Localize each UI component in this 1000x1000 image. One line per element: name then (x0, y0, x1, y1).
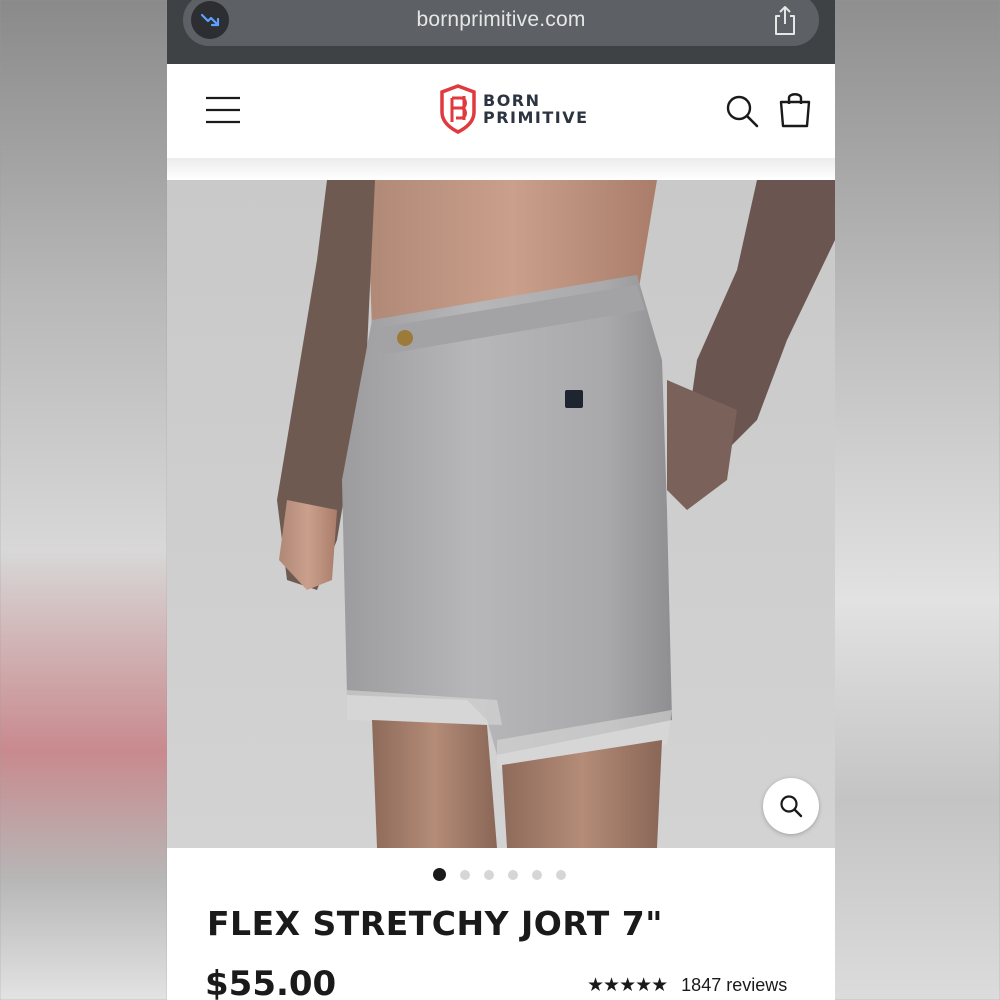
url-text[interactable]: bornprimitive.com (183, 8, 819, 32)
carousel-dot[interactable] (460, 869, 470, 880)
carousel-dot[interactable] (433, 868, 446, 881)
address-bar[interactable]: bornprimitive.com (183, 0, 819, 46)
brand-line-1: BORN (483, 91, 541, 110)
share-icon[interactable] (771, 4, 799, 41)
brand-logo[interactable]: BORN PRIMITIVE (439, 84, 589, 134)
site-header: BORN PRIMITIVE (167, 64, 835, 158)
product-price: $55.00 (205, 964, 337, 1000)
brand-line-2: PRIMITIVE (483, 108, 589, 127)
phone-screen: bornprimitive.com BORN PRIMITIVE FLEX ST… (167, 0, 835, 1000)
zoom-icon (780, 795, 803, 818)
cart-icon[interactable] (779, 90, 811, 133)
star-rating: ★★★★★ (587, 975, 668, 996)
header-divider (167, 158, 835, 180)
menu-icon[interactable] (205, 96, 241, 129)
product-photo (167, 180, 835, 848)
product-image[interactable] (167, 180, 835, 848)
carousel-dot[interactable] (556, 869, 566, 880)
browser-bar: bornprimitive.com (167, 0, 835, 64)
carousel-dot[interactable] (508, 869, 518, 880)
product-title: FLEX STRETCHY JORT 7" (207, 904, 663, 943)
shield-logo-icon (440, 84, 476, 134)
carousel-dots (433, 868, 566, 881)
carousel-dot[interactable] (532, 869, 542, 880)
background-left (0, 0, 167, 1000)
background-right (833, 0, 1000, 1000)
zoom-button[interactable] (763, 778, 819, 834)
review-count[interactable]: 1847 reviews (681, 975, 787, 996)
search-icon[interactable] (725, 94, 759, 133)
carousel-dot[interactable] (484, 869, 494, 880)
brand-name: BORN PRIMITIVE (483, 92, 589, 126)
product-rating[interactable]: ★★★★★ 1847 reviews (587, 974, 787, 997)
